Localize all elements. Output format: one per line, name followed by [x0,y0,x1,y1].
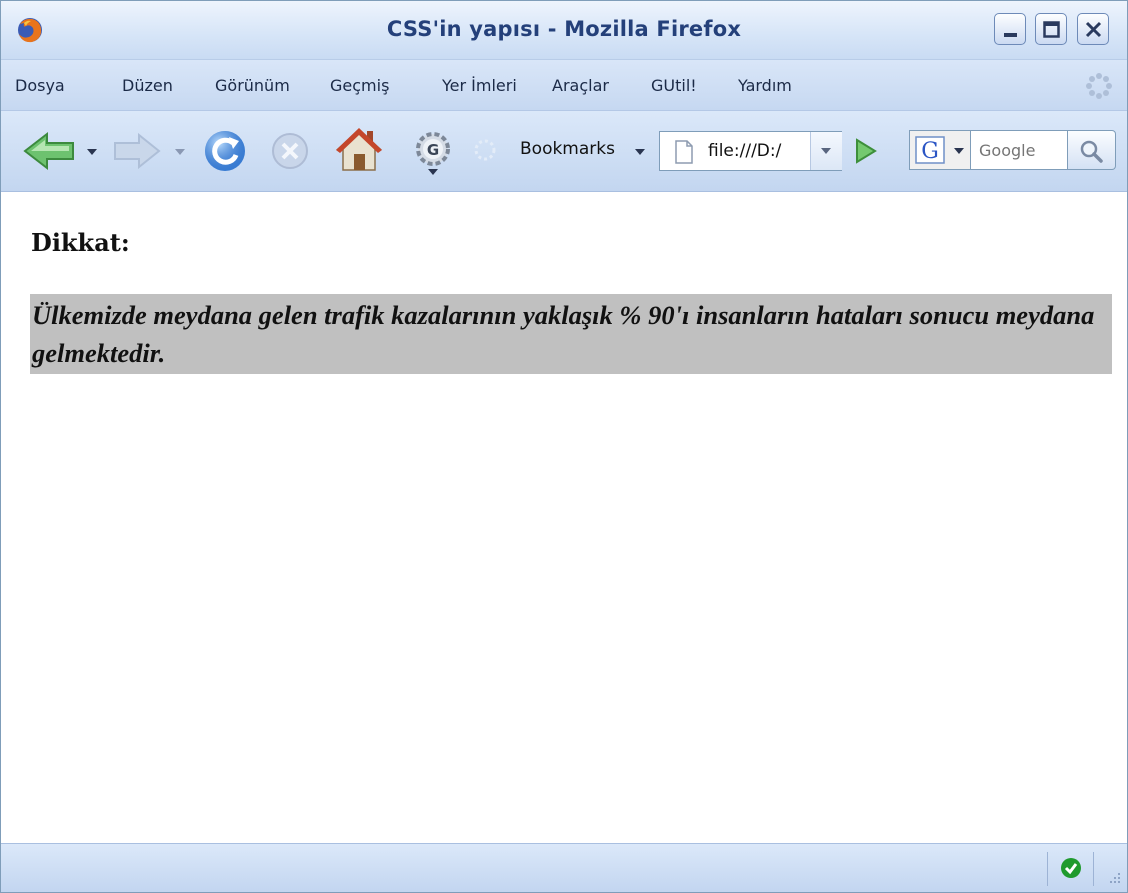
search-engine-selector[interactable]: G [909,130,971,170]
bookmarks-dropdown-icon[interactable] [635,149,645,155]
bookmarks-button[interactable]: Bookmarks [520,139,615,159]
minimize-button[interactable] [994,13,1026,45]
menu-duzen[interactable]: Düzen [122,76,173,95]
search-input[interactable] [977,140,1066,161]
svg-text:G: G [427,141,439,159]
menu-dosya[interactable]: Dosya [15,76,65,95]
menu-bar: Dosya Düzen Görünüm Geçmiş Yer İmleri Ar… [1,60,1127,111]
highlighted-paragraph: Ülkemizde meydana gelen trafik kazaların… [30,294,1112,374]
close-button[interactable] [1077,13,1109,45]
highlighted-text: Ülkemizde meydana gelen trafik kazaların… [32,300,1095,368]
reload-icon[interactable] [203,129,247,173]
throbber-icon [1086,73,1112,99]
resize-grip-icon[interactable] [1103,870,1123,890]
loading-indicator-icon [474,139,496,161]
back-history-dropdown-icon[interactable] [87,149,97,155]
menu-yardim[interactable]: Yardım [738,76,792,95]
menu-gutil[interactable]: GUtil! [651,76,697,95]
minimize-icon [1004,33,1017,37]
back-arrow-icon[interactable] [23,131,77,171]
page-icon [675,140,693,164]
search-engine-dropdown-icon [954,148,964,154]
status-ok-icon[interactable] [1059,856,1083,880]
menu-gorunum[interactable]: Görünüm [215,76,290,95]
url-bar[interactable]: file:///D:/ [659,131,842,171]
status-bar [1,843,1127,892]
page-content: Dikkat: Ülkemizde meydana gelen trafik k… [1,192,1127,842]
forward-arrow-icon [114,133,161,169]
home-icon[interactable] [334,125,384,173]
menu-gecmis[interactable]: Geçmiş [330,76,389,95]
stop-icon [272,133,308,169]
search-button[interactable] [1068,130,1116,170]
title-bar[interactable]: CSS'in yapısı - Mozilla Firefox [1,1,1127,60]
status-separator [1047,852,1048,886]
browser-window: CSS'in yapısı - Mozilla Firefox Dosya Dü… [0,0,1128,893]
maximize-icon [1043,21,1060,38]
svg-text:G: G [921,139,939,164]
url-history-dropdown[interactable] [810,132,842,170]
forward-history-dropdown-icon [175,149,185,155]
google-logo-icon: G [915,136,945,164]
navigation-toolbar: G Bookmarks file:///D:/ G Google [1,111,1127,192]
menu-yer-imleri[interactable]: Yer İmleri [442,76,517,95]
url-dropdown-icon [821,148,831,154]
maximize-button[interactable] [1035,13,1067,45]
window-title: CSS'in yapısı - Mozilla Firefox [386,17,742,41]
go-arrow-icon[interactable] [851,136,879,166]
status-separator [1093,852,1094,886]
gutil-gear-icon[interactable]: G [413,129,453,177]
url-input[interactable]: file:///D:/ [708,141,781,161]
magnifier-icon [1080,140,1103,163]
page-heading: Dikkat: [31,228,130,257]
search-field[interactable] [971,130,1068,170]
menu-araclar[interactable]: Araçlar [552,76,609,95]
close-icon [1085,21,1102,38]
